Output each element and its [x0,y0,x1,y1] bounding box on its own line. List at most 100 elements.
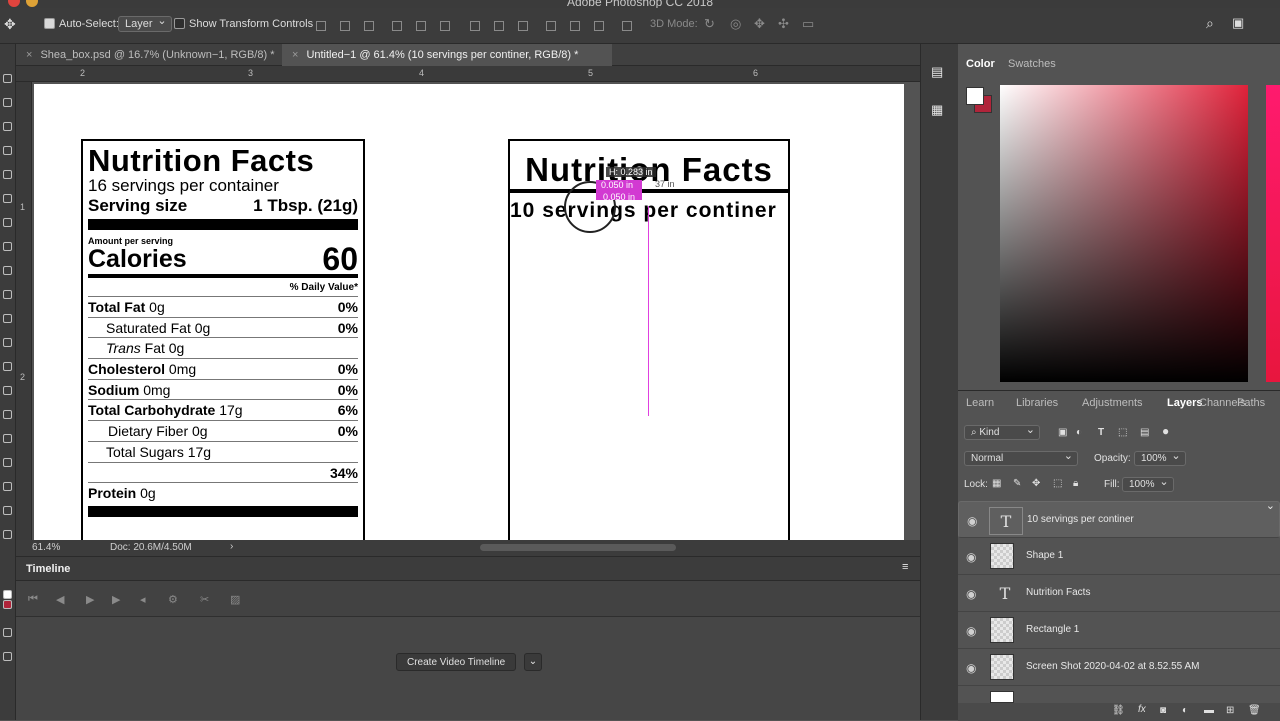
type-tool-icon[interactable] [3,434,12,443]
distribute-top-icon[interactable] [470,21,480,31]
layer-row[interactable]: ◉ Shape 1 [958,538,1280,575]
gradient-tool-icon[interactable] [3,338,12,347]
tab-layers[interactable]: Layers [1167,397,1202,409]
visibility-eye-icon[interactable]: ◉ [966,550,976,564]
panel-menu-icon[interactable]: ≡ [902,561,908,573]
tab-swatches[interactable]: Swatches [1008,58,1056,70]
screen-mode-icon[interactable] [3,652,12,661]
align-right-icon[interactable] [440,21,450,31]
next-frame-icon[interactable]: ▶ [112,593,120,606]
filter-toggle-icon[interactable]: ● [1162,424,1169,438]
healing-tool-icon[interactable] [3,218,12,227]
previous-frame-icon[interactable]: ◀ [56,593,64,606]
chevron-right-icon[interactable]: › [230,541,233,552]
brush-tool-icon[interactable] [3,242,12,251]
blur-tool-icon[interactable] [3,362,12,371]
align-horizontal-center-icon[interactable] [416,21,426,31]
adjustment-layer-icon[interactable]: ◐ [1182,705,1188,716]
settings-icon[interactable]: ⚙ [168,593,178,606]
visibility-eye-icon[interactable]: ◉ [966,661,976,675]
eyedropper-tool-icon[interactable] [3,194,12,203]
lock-position-icon[interactable]: ✥ [1032,478,1040,489]
quick-mask-icon[interactable] [3,628,12,637]
background-color-swatch[interactable] [3,600,12,609]
layer-filter-dropdown[interactable]: ⌕ Kind [964,423,1040,440]
3d-scale-icon[interactable]: ▭ [802,16,814,32]
align-top-icon[interactable] [316,21,326,31]
blend-mode-dropdown[interactable]: Normal [964,449,1078,466]
tab-color[interactable]: Color [966,58,995,70]
hue-slider[interactable] [1266,85,1280,382]
lock-image-icon[interactable]: ✎ [1013,478,1021,489]
pen-tool-icon[interactable] [3,410,12,419]
opacity-input[interactable]: 100% [1134,449,1186,466]
tab-paths[interactable]: Paths [1237,397,1265,409]
align-bottom-icon[interactable] [364,21,374,31]
zoom-tool-icon[interactable] [3,530,12,539]
artboard[interactable]: Nutrition Facts 16 servings per containe… [34,84,904,540]
delete-layer-icon[interactable]: 🗑︎ [1248,705,1261,716]
distribute-bottom-icon[interactable] [518,21,528,31]
marquee-tool-icon[interactable] [3,98,12,107]
zoom-level[interactable]: 61.4% [32,542,60,553]
history-panel-icon[interactable]: ▤ [931,64,943,80]
shape-tool-icon[interactable] [3,482,12,491]
align-vertical-center-icon[interactable] [340,21,350,31]
distribute-left-icon[interactable] [546,21,556,31]
layer-style-icon[interactable]: fx [1138,704,1146,715]
split-icon[interactable]: ✂ [200,593,209,606]
visibility-eye-icon[interactable]: ◉ [967,514,977,528]
audio-icon[interactable]: ◂ [140,593,146,606]
tab-shea-box[interactable]: × Shea_box.psd @ 16.7% (Unknown−1, RGB/8)… [16,44,286,66]
filter-shape-icon[interactable]: ⬚ [1118,427,1127,438]
horizontal-ruler[interactable]: 2 3 4 5 6 [16,66,920,82]
first-frame-icon[interactable]: ⏮ [28,593,38,606]
path-select-tool-icon[interactable] [3,458,12,467]
search-icon[interactable]: ⌕ [1206,15,1214,32]
lock-artboard-icon[interactable]: ⬚ [1053,478,1062,489]
layer-row[interactable]: ◉ T 10 servings per continer [958,499,1280,538]
visibility-eye-icon[interactable]: ◉ [966,587,976,601]
auto-align-icon[interactable] [622,21,632,31]
layer-row[interactable]: ◉ Rectangle 1 [958,612,1280,649]
lock-all-icon[interactable]: 🔒︎ [1073,478,1078,489]
filter-type-icon[interactable]: T [1098,427,1104,438]
eraser-tool-icon[interactable] [3,314,12,323]
lock-transparent-icon[interactable]: ▦ [992,478,1001,489]
tab-learn[interactable]: Learn [966,397,994,409]
layer-row[interactable]: ◉ Screen Shot 2020-04-02 at 8.52.55 AM [958,649,1280,686]
tab-untitled[interactable]: × Untitled−1 @ 61.4% (10 servings per con… [282,44,612,66]
distribute-vertical-center-icon[interactable] [494,21,504,31]
auto-select-checkbox[interactable]: Auto-Select: [44,18,119,30]
move-tool-icon[interactable]: ✥ [4,16,16,33]
hand-tool-icon[interactable] [3,506,12,515]
link-layers-icon[interactable]: ⛓ [1112,705,1125,716]
play-icon[interactable]: ▶ [86,593,94,606]
close-tab-icon[interactable]: × [292,49,298,61]
filter-adjustment-icon[interactable]: ◐ [1076,427,1082,438]
distribute-horizontal-center-icon[interactable] [570,21,580,31]
add-mask-icon[interactable]: ◙ [1160,705,1166,716]
properties-panel-icon[interactable]: ▦ [931,102,943,118]
3d-slide-icon[interactable]: ✣ [778,16,789,32]
document-canvas[interactable]: Nutrition Facts 16 servings per containe… [32,82,920,540]
horizontal-scrollbar[interactable] [480,544,676,551]
new-group-icon[interactable]: ▬ [1204,705,1214,716]
3d-drag-icon[interactable]: ✥ [754,16,765,32]
nutrition-label-reference[interactable]: Nutrition Facts 16 servings per containe… [81,139,365,540]
tab-libraries[interactable]: Libraries [1016,397,1058,409]
create-video-timeline-button[interactable]: Create Video Timeline [396,653,517,671]
close-tab-icon[interactable]: × [26,49,32,61]
chevron-down-icon[interactable]: ⌄ [524,653,542,671]
layer-row[interactable]: ◉ T Nutrition Facts [958,575,1280,612]
transition-icon[interactable]: ▨ [230,593,240,606]
new-layer-icon[interactable]: ⊞ [1226,705,1234,716]
foreground-color-swatch[interactable] [966,87,984,105]
3d-roll-icon[interactable]: ◎ [730,16,741,32]
filter-pixel-icon[interactable]: ▣ [1058,427,1067,438]
crop-tool-icon[interactable] [3,170,12,179]
lasso-tool-icon[interactable] [3,122,12,131]
filter-smart-object-icon[interactable]: ▤ [1140,427,1149,438]
fill-input[interactable]: 100% [1122,475,1174,492]
color-picker-field[interactable] [1000,85,1248,382]
